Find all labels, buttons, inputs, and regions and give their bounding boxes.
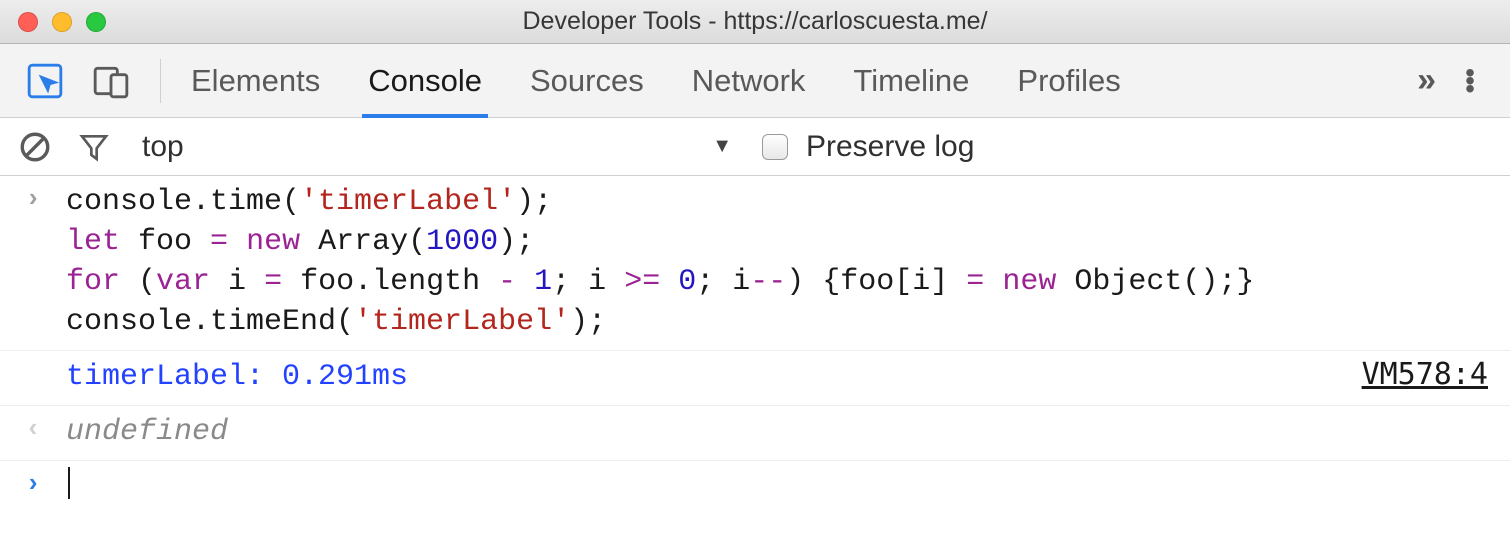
console-log-text: timerLabel: 0.291ms <box>66 351 1362 405</box>
console-return-row: undefined <box>0 406 1510 461</box>
console-toolbar: top ▼ Preserve log <box>0 118 1510 176</box>
tab-list: Elements Console Sources Network Timelin… <box>191 44 1397 117</box>
filter-icon[interactable] <box>78 131 110 163</box>
console-body: console.time('timerLabel'); let foo = ne… <box>0 176 1510 516</box>
preserve-log-label: Preserve log <box>806 130 974 164</box>
separator <box>160 59 161 103</box>
source-link[interactable]: VM578:4 <box>1362 357 1488 392</box>
console-prompt-input[interactable] <box>66 461 1510 516</box>
console-log-row: timerLabel: 0.291ms VM578:4 <box>0 351 1510 406</box>
device-mode-icon[interactable] <box>92 62 130 100</box>
tab-sources[interactable]: Sources <box>530 44 644 117</box>
execution-context-select[interactable]: top ▼ <box>142 130 732 164</box>
chevron-down-icon: ▼ <box>712 135 732 158</box>
output-marker-icon <box>0 406 66 460</box>
window-title: Developer Tools - https://carloscuesta.m… <box>0 7 1510 36</box>
window-zoom-button[interactable] <box>86 12 106 32</box>
traffic-lights <box>18 12 106 32</box>
context-label: top <box>142 130 184 164</box>
tab-elements[interactable]: Elements <box>191 44 320 117</box>
text-cursor <box>68 467 70 499</box>
devtools-tabstrip: Elements Console Sources Network Timelin… <box>0 44 1510 118</box>
console-prompt-row[interactable] <box>0 461 1510 516</box>
log-marker <box>0 351 66 405</box>
clear-console-icon[interactable] <box>18 130 52 164</box>
window-minimize-button[interactable] <box>52 12 72 32</box>
element-picker-icon[interactable] <box>26 62 64 100</box>
prompt-marker-icon <box>0 461 66 516</box>
tab-console[interactable]: Console <box>368 44 482 117</box>
tab-profiles[interactable]: Profiles <box>1017 44 1120 117</box>
tab-network[interactable]: Network <box>692 44 806 117</box>
input-marker-icon <box>0 176 66 350</box>
console-return-value: undefined <box>66 406 1510 460</box>
tab-timeline[interactable]: Timeline <box>853 44 969 117</box>
more-menu-icon[interactable]: ••• <box>1450 69 1490 93</box>
preserve-log-checkbox[interactable] <box>762 134 788 160</box>
console-input-row: console.time('timerLabel'); let foo = ne… <box>0 176 1510 351</box>
window-close-button[interactable] <box>18 12 38 32</box>
tabs-overflow-button[interactable]: » <box>1397 61 1450 100</box>
window-titlebar: Developer Tools - https://carloscuesta.m… <box>0 0 1510 44</box>
console-input-code: console.time('timerLabel'); let foo = ne… <box>66 176 1510 350</box>
